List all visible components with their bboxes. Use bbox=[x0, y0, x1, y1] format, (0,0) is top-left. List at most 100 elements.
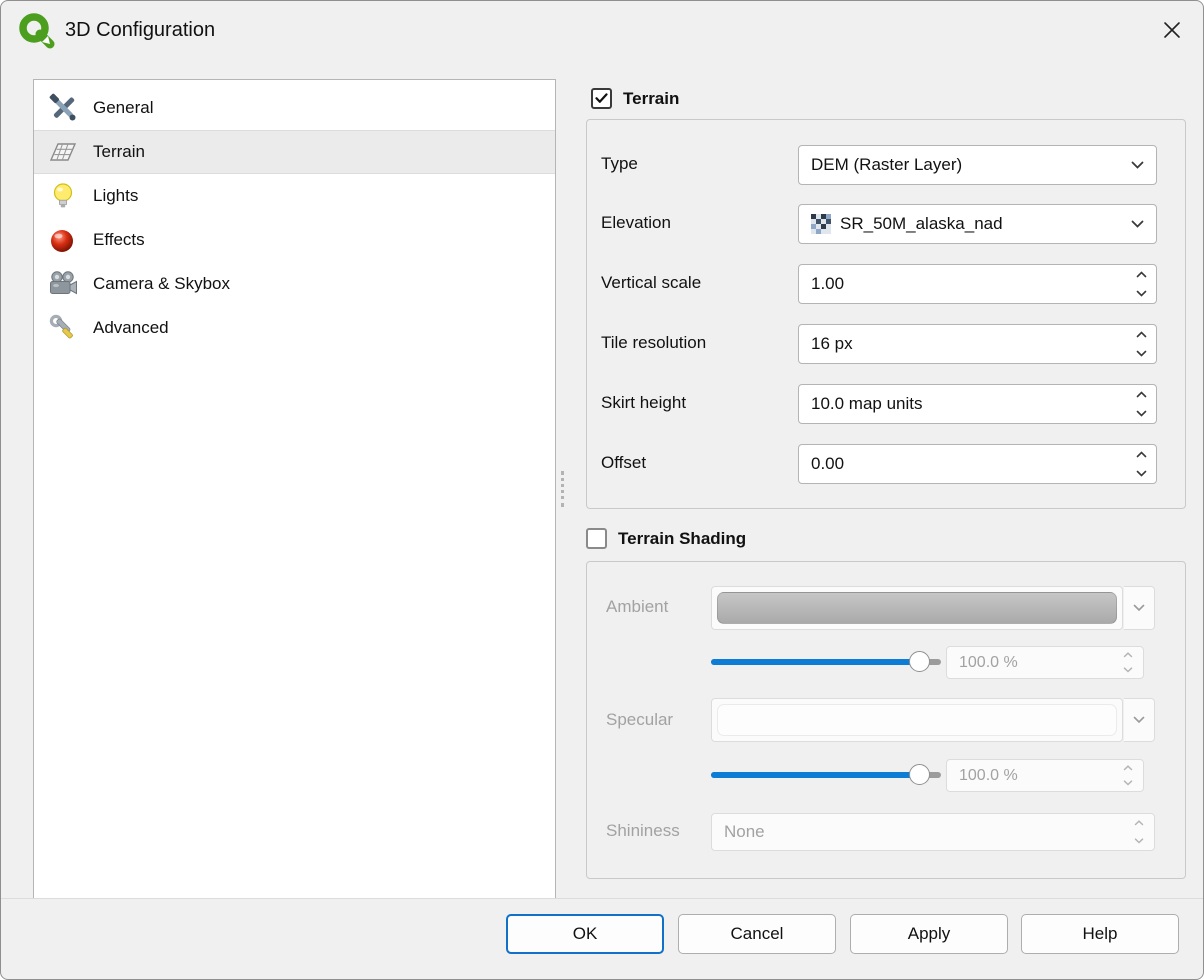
sidebar-item-lights[interactable]: Lights bbox=[34, 174, 555, 218]
chevron-up-icon bbox=[1136, 391, 1147, 398]
shininess-spinbox: None bbox=[711, 813, 1155, 851]
help-button[interactable]: Help bbox=[1021, 914, 1179, 954]
spin-down-button[interactable] bbox=[1126, 404, 1156, 423]
sidebar-item-general[interactable]: General bbox=[34, 86, 555, 130]
sidebar-item-advanced[interactable]: Advanced bbox=[34, 306, 555, 350]
spin-down-button[interactable] bbox=[1126, 344, 1156, 363]
specular-color-button bbox=[711, 698, 1123, 742]
spin-up-button[interactable] bbox=[1126, 325, 1156, 344]
chevron-down-icon bbox=[1136, 290, 1147, 297]
vertical-scale-label: Vertical scale bbox=[601, 273, 701, 293]
specular-strength-slider bbox=[711, 764, 941, 786]
window-title: 3D Configuration bbox=[65, 19, 215, 42]
spin-up-button bbox=[1113, 647, 1143, 663]
terrain-shading-group-title: Terrain Shading bbox=[618, 529, 746, 549]
ambient-strength-slider bbox=[711, 651, 941, 673]
chevron-down-icon bbox=[1133, 716, 1145, 724]
apply-button[interactable]: Apply bbox=[850, 914, 1008, 954]
spin-up-button bbox=[1124, 814, 1154, 832]
chevron-up-icon bbox=[1136, 271, 1147, 278]
type-label: Type bbox=[601, 154, 638, 174]
terrain-shading-checkbox[interactable] bbox=[586, 528, 607, 549]
terrain-check-row: Terrain bbox=[591, 88, 679, 109]
raster-layer-icon bbox=[811, 214, 831, 234]
vertical-scale-spinbox[interactable]: 1.00 bbox=[798, 264, 1157, 304]
sidebar-item-camera-skybox[interactable]: Camera & Skybox bbox=[34, 262, 555, 306]
spin-down-button bbox=[1113, 776, 1143, 792]
type-combobox[interactable]: DEM (Raster Layer) bbox=[798, 145, 1157, 185]
specular-percent-value: 100.0 % bbox=[947, 767, 1113, 785]
chevron-up-icon bbox=[1136, 331, 1147, 338]
sphere-icon bbox=[48, 225, 78, 255]
chevron-down-icon bbox=[1136, 410, 1147, 417]
elevation-combobox[interactable]: SR_50M_alaska_nad bbox=[798, 204, 1157, 244]
qgis-logo-icon bbox=[17, 11, 57, 51]
spin-up-button bbox=[1113, 760, 1143, 776]
shininess-value: None bbox=[712, 822, 1124, 842]
camera-icon bbox=[48, 269, 78, 299]
skirt-height-label: Skirt height bbox=[601, 393, 686, 413]
dialog-3d-configuration: 3D Configuration General Terrain bbox=[0, 0, 1204, 980]
vertical-scale-value: 1.00 bbox=[799, 274, 1126, 294]
ambient-percent-value: 100.0 % bbox=[947, 654, 1113, 672]
specular-color-dropdown-button bbox=[1124, 698, 1155, 742]
specular-label: Specular bbox=[606, 710, 673, 730]
elevation-label: Elevation bbox=[601, 213, 671, 233]
tile-resolution-label: Tile resolution bbox=[601, 333, 706, 353]
offset-spinbox[interactable]: 0.00 bbox=[798, 444, 1157, 484]
check-icon bbox=[595, 93, 608, 104]
ambient-color-dropdown-button bbox=[1124, 586, 1155, 630]
sidebar-item-label: General bbox=[93, 98, 153, 118]
chevron-down-icon bbox=[1133, 604, 1145, 612]
skirt-height-spinbox[interactable]: 10.0 map units bbox=[798, 384, 1157, 424]
skirt-height-value: 10.0 map units bbox=[799, 394, 1126, 414]
tile-resolution-spinbox[interactable]: 16 px bbox=[798, 324, 1157, 364]
offset-value: 0.00 bbox=[799, 454, 1126, 474]
ambient-color-swatch bbox=[717, 592, 1117, 624]
sidebar-item-label: Terrain bbox=[93, 142, 145, 162]
ambient-percent-spinbox: 100.0 % bbox=[946, 646, 1144, 679]
chevron-down-icon bbox=[1136, 470, 1147, 477]
button-row-separator bbox=[1, 898, 1203, 899]
tile-resolution-value: 16 px bbox=[799, 334, 1126, 354]
spin-down-button[interactable] bbox=[1126, 284, 1156, 303]
sidebar-item-terrain[interactable]: Terrain bbox=[34, 130, 555, 174]
chevron-down-icon bbox=[1131, 220, 1144, 228]
chevron-up-icon bbox=[1136, 451, 1147, 458]
close-button[interactable] bbox=[1153, 13, 1191, 47]
sidebar-item-label: Advanced bbox=[93, 318, 169, 338]
spin-up-button[interactable] bbox=[1126, 445, 1156, 464]
ambient-label: Ambient bbox=[606, 597, 668, 617]
spin-down-button bbox=[1113, 663, 1143, 679]
type-value: DEM (Raster Layer) bbox=[811, 155, 962, 175]
ok-button[interactable]: OK bbox=[506, 914, 664, 954]
terrain-icon bbox=[48, 137, 78, 167]
settings-sidebar: General Terrain Lights bbox=[33, 79, 556, 899]
sidebar-item-label: Lights bbox=[93, 186, 138, 206]
specular-color-swatch bbox=[717, 704, 1117, 736]
spin-down-button[interactable] bbox=[1126, 464, 1156, 483]
shading-check-row: Terrain Shading bbox=[586, 528, 746, 549]
sidebar-item-effects[interactable]: Effects bbox=[34, 218, 555, 262]
splitter-handle[interactable] bbox=[561, 471, 565, 507]
sidebar-item-label: Camera & Skybox bbox=[93, 274, 230, 294]
wrench-icon bbox=[48, 313, 78, 343]
terrain-group-title: Terrain bbox=[623, 89, 679, 109]
chevron-down-icon bbox=[1131, 161, 1144, 169]
slider-fill bbox=[711, 659, 916, 665]
lightbulb-icon bbox=[48, 181, 78, 211]
cancel-button[interactable]: Cancel bbox=[678, 914, 836, 954]
spin-up-button[interactable] bbox=[1126, 385, 1156, 404]
slider-handle bbox=[909, 764, 930, 785]
sidebar-item-label: Effects bbox=[93, 230, 145, 250]
tools-icon bbox=[48, 93, 78, 123]
slider-handle bbox=[909, 651, 930, 672]
terrain-checkbox[interactable] bbox=[591, 88, 612, 109]
offset-label: Offset bbox=[601, 453, 646, 473]
spin-up-button[interactable] bbox=[1126, 265, 1156, 284]
slider-fill bbox=[711, 772, 916, 778]
close-icon bbox=[1163, 21, 1181, 39]
shininess-label: Shininess bbox=[606, 821, 680, 841]
ambient-color-button bbox=[711, 586, 1123, 630]
elevation-value: SR_50M_alaska_nad bbox=[840, 214, 1003, 234]
